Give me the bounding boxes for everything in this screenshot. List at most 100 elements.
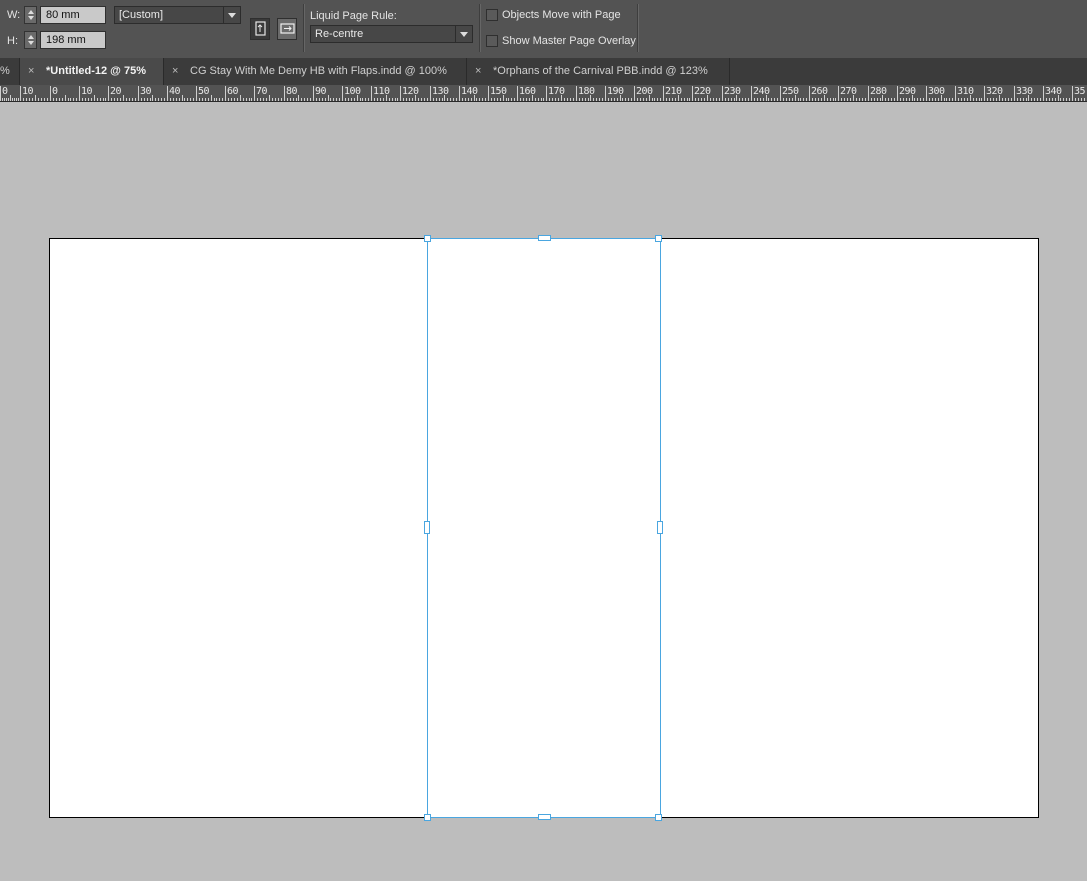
ruler-minor-tick [987,98,988,101]
ruler-minor-tick [964,98,965,101]
ruler-minor-tick [821,98,822,101]
ruler-minor-tick [76,98,77,101]
ruler-minor-tick [856,98,857,101]
ruler-minor-tick [278,98,279,101]
horizontal-ruler[interactable]: 0 10 0 10 20 30 40 50 60 70 80 90 100 110 120 130 140 150… [0,85,1087,102]
ruler-minor-tick [923,98,924,101]
resize-handle-left[interactable] [424,521,430,534]
ruler-minor-tick [596,98,597,101]
ruler-minor-tick [4,98,5,101]
ruler-minor-tick [555,98,556,101]
ruler-minor-tick [325,98,326,101]
resize-handle-bottom[interactable] [538,814,551,820]
ruler-major-tick [342,86,343,101]
resize-handle-top-right[interactable] [655,235,662,242]
ruler-minor-tick [1023,98,1024,101]
ruler-minor-tick [529,98,530,101]
ruler-minor-tick [491,98,492,101]
ruler-label: 190 [607,86,624,97]
ruler-major-tick [751,86,752,101]
ruler-minor-tick [354,98,355,101]
ruler-minor-tick [652,98,653,101]
ruler-major-tick [984,86,985,101]
ruler-minor-tick [1017,98,1018,101]
chevron-down-icon [223,7,240,23]
height-stepper[interactable] [24,31,37,49]
ruler-minor-tick [500,98,501,101]
ruler-major-tick [284,86,285,101]
ruler-minor-tick [958,98,959,101]
portrait-orientation-button[interactable] [250,18,270,40]
ruler-label: 300 [928,86,945,97]
objects-move-checkbox[interactable] [486,9,498,21]
close-icon[interactable]: × [28,58,42,85]
ruler-minor-tick [319,98,320,101]
ruler-minor-tick [853,95,854,101]
ruler-minor-tick [771,98,772,101]
close-icon[interactable]: × [172,58,186,85]
ruler-minor-tick [783,98,784,101]
ruler-minor-tick [310,98,311,101]
landscape-orientation-button[interactable] [277,18,297,40]
close-icon[interactable]: × [475,58,489,85]
ruler-minor-tick [900,98,901,101]
ruler-label: 80 [286,86,298,97]
ruler-minor-tick [795,95,796,101]
ruler-minor-tick [260,98,261,101]
ruler-minor-tick [654,98,655,101]
width-stepper[interactable] [24,6,37,24]
liquid-page-rule-label: Liquid Page Rule: [310,10,397,22]
page-size-preset-dropdown[interactable]: [Custom] [114,6,241,24]
ruler-minor-tick [912,95,913,101]
ruler-minor-tick [882,95,883,101]
ruler-minor-tick [187,98,188,101]
resize-handle-bottom-right[interactable] [655,814,662,821]
resize-handle-top[interactable] [538,235,551,241]
ruler-minor-tick [418,98,419,101]
width-field[interactable]: 80 mm [40,6,106,24]
ruler-minor-tick [97,98,98,101]
height-field[interactable]: 198 mm [40,31,106,49]
ruler-minor-tick [59,98,60,101]
ruler-minor-tick [351,98,352,101]
resize-handle-right[interactable] [657,521,663,534]
ruler-minor-tick [684,98,685,101]
ruler-minor-tick [216,98,217,101]
ruler-label: 180 [578,86,595,97]
ruler-minor-tick [234,98,235,101]
selected-page[interactable] [427,238,661,818]
ruler-minor-tick [251,98,252,101]
ruler-minor-tick [269,95,270,101]
ruler-minor-tick [585,98,586,101]
ruler-minor-tick [669,98,670,101]
ruler-minor-tick [932,98,933,101]
tab-untitled-12[interactable]: × *Untitled-12 @ 75% [20,58,164,85]
ruler-minor-tick [812,98,813,101]
ruler-minor-tick [506,98,507,101]
ruler-minor-tick [439,98,440,101]
tab-cg-stay-with-me[interactable]: × CG Stay With Me Demy HB with Flaps.indd… [164,58,467,85]
ruler-minor-tick [453,98,454,101]
tab-partial[interactable]: % [0,58,20,85]
ruler-label: 170 [548,86,565,97]
liquid-page-rule-dropdown[interactable]: Re-centre [310,25,473,43]
ruler-minor-tick [543,98,544,101]
ruler-label: 70 [256,86,268,97]
ruler-minor-tick [704,98,705,101]
ruler-minor-tick [179,98,180,101]
ruler-minor-tick [190,98,191,101]
tab-orphans-of-the-carnival[interactable]: × *Orphans of the Carnival PBB.indd @ 123… [467,58,730,85]
ruler-major-tick [430,86,431,101]
resize-handle-bottom-left[interactable] [424,814,431,821]
ruler-minor-tick [806,98,807,101]
ruler-minor-tick [465,98,466,101]
ruler-minor-tick [535,98,536,101]
resize-handle-top-left[interactable] [424,235,431,242]
ruler-minor-tick [1005,98,1006,101]
ruler-major-tick [488,86,489,101]
tab-label: CG Stay With Me Demy HB with Flaps.indd … [190,65,447,77]
ruler-major-tick [50,86,51,101]
ruler-minor-tick [444,95,445,101]
show-master-overlay-checkbox[interactable] [486,35,498,47]
ruler-minor-tick [1075,98,1076,101]
